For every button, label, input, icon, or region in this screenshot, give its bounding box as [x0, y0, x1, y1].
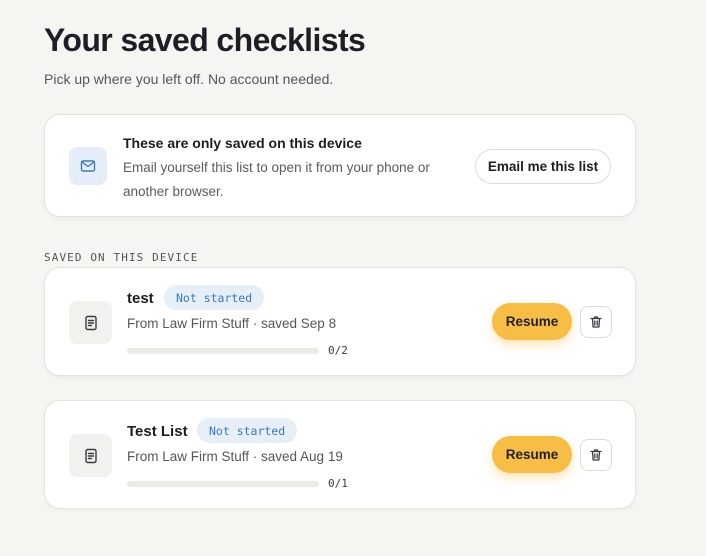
- progress-count: 0/1: [328, 477, 348, 490]
- status-badge: Not started: [197, 418, 298, 443]
- section-label: SAVED ON THIS DEVICE: [44, 251, 199, 264]
- progress-bar: [127, 481, 319, 487]
- checklist-card: Test List Not started From Law Firm Stuf…: [44, 400, 636, 509]
- resume-button[interactable]: Resume: [492, 436, 572, 473]
- document-icon: [69, 301, 112, 344]
- delete-button[interactable]: [580, 306, 612, 338]
- device-only-notice-card: These are only saved on this device Emai…: [44, 114, 636, 217]
- checklist-meta: From Law Firm Stuff · saved Sep 8: [127, 316, 337, 331]
- page-subtitle: Pick up where you left off. No account n…: [44, 71, 334, 87]
- document-icon: [69, 434, 112, 477]
- trash-icon: [590, 316, 602, 328]
- checklist-meta: From Law Firm Stuff · saved Aug 19: [127, 449, 343, 464]
- page-title: Your saved checklists: [44, 22, 366, 58]
- checklist-card: test Not started From Law Firm Stuff · s…: [44, 267, 636, 376]
- delete-button[interactable]: [580, 439, 612, 471]
- mail-icon: [69, 147, 107, 185]
- email-me-button[interactable]: Email me this list: [475, 149, 611, 184]
- notice-title: These are only saved on this device: [123, 135, 362, 151]
- status-badge: Not started: [164, 285, 265, 310]
- resume-button[interactable]: Resume: [492, 303, 572, 340]
- trash-icon: [590, 449, 602, 461]
- progress-count: 0/2: [328, 344, 348, 357]
- checklist-name: Test List: [127, 423, 188, 440]
- checklist-name: test: [127, 290, 154, 307]
- progress-bar: [127, 348, 319, 354]
- notice-body: Email yourself this list to open it from…: [123, 160, 430, 199]
